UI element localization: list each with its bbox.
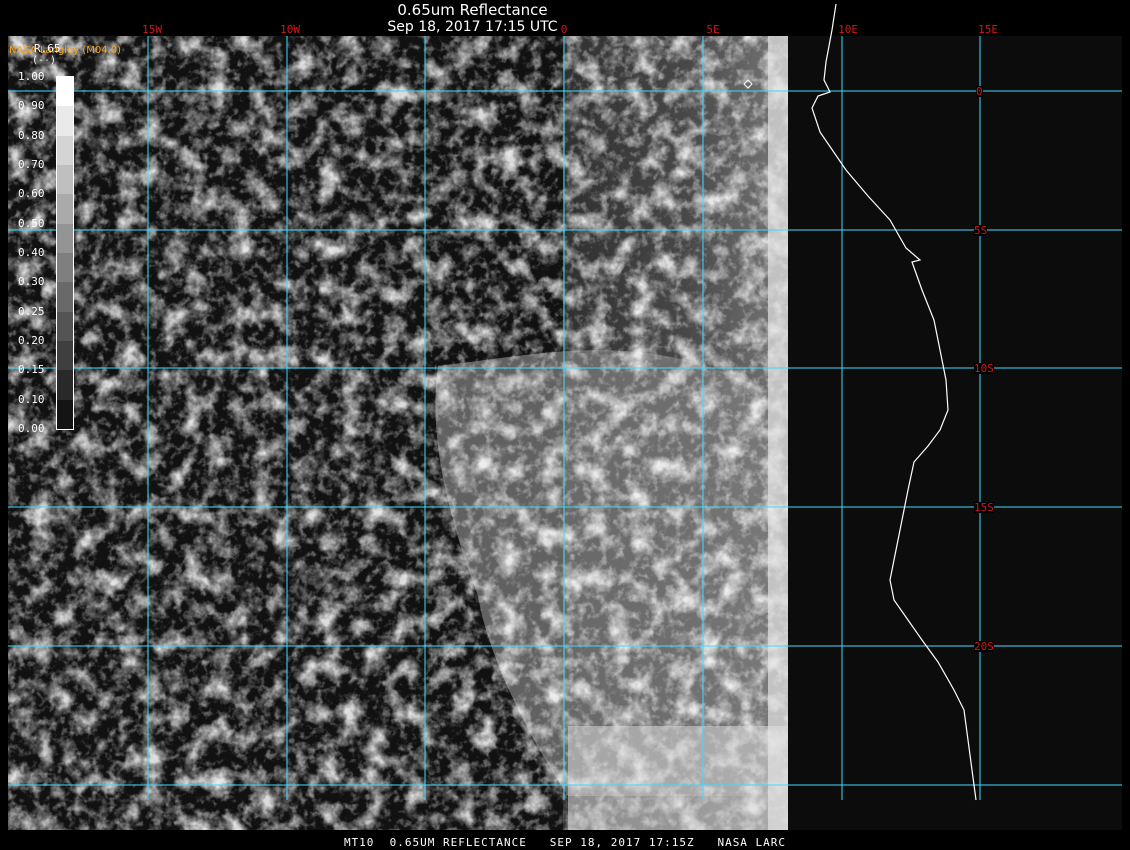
island-outline [743,79,753,89]
map-overlay [8,3,1122,801]
longitude-label: 15W [142,23,162,36]
satellite-image-viewer: 0.65um Reflectance Sep 18, 2017 17:15 UT… [0,0,1130,850]
legend-color-step [57,341,73,371]
legend-tick-label: 0.10 [18,392,45,406]
legend-color-step [57,311,73,342]
legend-tick-label: 0.30 [18,275,45,289]
legend-color-step [57,77,73,107]
latitude-label: 10S [974,362,994,375]
footer-caption: MT10 0.65UM REFLECTANCE SEP 18, 2017 17:… [343,836,787,849]
longitude-label: 0 [560,23,568,36]
legend-tick-label: 0.00 [18,422,45,435]
legend-color-step [57,399,73,430]
latitude-label: 15S [974,501,994,514]
legend-color-step [57,282,73,313]
longitude-label: 10W [280,23,300,36]
legend-color-step [57,253,73,283]
legend-color-step [57,165,73,195]
legend-tick-label: 0.40 [18,246,45,259]
legend-tick-label: 0.20 [18,334,45,347]
legend-color-step [57,135,73,166]
legend-color-step [57,370,73,401]
legend-color-step [57,106,73,137]
latitude-label: 0 [976,85,983,98]
longitude-label: 15E [978,23,998,36]
legend-variable: R.65 [34,42,61,55]
image-title: 0.65um Reflectance [397,1,548,19]
legend-tick-label: 0.25 [18,304,45,318]
longitude-label: 5E [706,23,720,36]
latitude-label: 5S [974,224,988,237]
longitude-label: 10E [838,23,858,36]
legend-color-step [57,194,73,225]
legend-tick-label: 0.60 [18,187,45,201]
coastline [811,3,977,801]
legend-tick-label: 0.50 [18,216,45,230]
latitude-label: 20S [974,640,994,653]
legend-tick-label: 0.80 [18,128,45,142]
legend-unit: (--) [32,55,57,66]
legend-tick-label: 0.15 [18,363,45,377]
legend-tick-label: 0.90 [18,99,45,113]
color-legend: R.65 (--) 1.00 0.90 0.80 0.70 0.60 0.50 0.40 0.… [14,40,84,436]
legend-tick-label: 0.70 [18,158,45,171]
legend-color-step [57,223,73,254]
legend-tick-label: 1.00 [18,70,45,83]
legend-color-bar [56,76,74,430]
